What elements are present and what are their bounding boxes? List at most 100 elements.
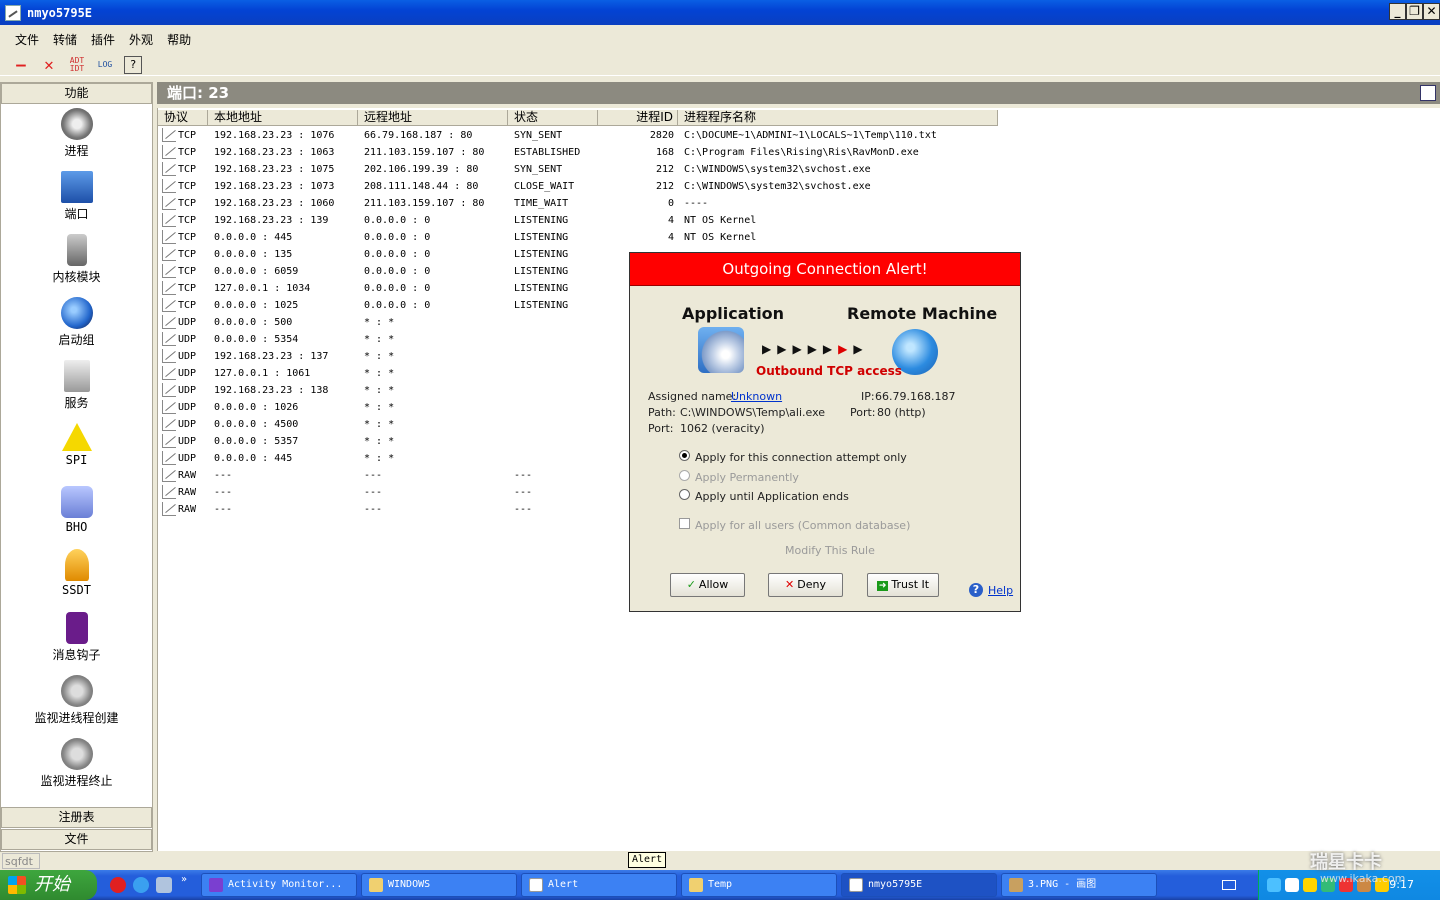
- radio-apply-permanently[interactable]: [679, 470, 690, 481]
- cell-local-address: 192.168.23.23 : 1060: [214, 198, 335, 209]
- cell-protocol: TCP: [178, 130, 197, 141]
- cell-local-address: 0.0.0.0 : 5357: [214, 436, 299, 447]
- task-activity-monitor[interactable]: Activity Monitor...: [201, 873, 357, 897]
- func-startup[interactable]: 启动组: [1, 297, 152, 348]
- menu-appearance[interactable]: 外观: [122, 31, 160, 48]
- apply-permanently-label[interactable]: Apply Permanently: [695, 471, 799, 484]
- cell-remote-address: * : *: [364, 402, 395, 413]
- network-icon[interactable]: [1267, 878, 1281, 892]
- start-button[interactable]: 开始: [0, 870, 97, 900]
- watermark-url: www.ikaka.com: [1320, 872, 1406, 885]
- column-local-address[interactable]: 本地地址: [208, 110, 358, 126]
- func-kernel-modules[interactable]: 内核模块: [1, 234, 152, 285]
- func-ssdt[interactable]: SSDT: [1, 549, 152, 597]
- connection-icon: [162, 485, 176, 499]
- connection-icon: [162, 162, 176, 176]
- security-shield-icon[interactable]: [1303, 878, 1317, 892]
- cell-protocol: RAW: [178, 470, 197, 481]
- apply-once-label[interactable]: Apply for this connection attempt only: [695, 451, 907, 464]
- all-users-label[interactable]: Apply for all users (Common database): [695, 519, 910, 532]
- status-text: sqfdt: [2, 853, 40, 869]
- table-row[interactable]: TCP 192.168.23.23 : 1063 211.103.159.107 :…: [158, 144, 1440, 161]
- menu-bar: 文件 转储 插件 外观 帮助: [0, 27, 1440, 51]
- cell-state: SYN_SENT: [514, 164, 563, 175]
- ie-icon[interactable]: [133, 877, 149, 893]
- func-spi[interactable]: SPI: [1, 423, 152, 467]
- menu-dump[interactable]: 转储: [46, 31, 84, 48]
- cell-local-address: 192.168.23.23 : 1063: [214, 147, 335, 158]
- cell-pid: 212: [655, 181, 674, 192]
- column-state[interactable]: 状态: [508, 110, 598, 126]
- column-process-name[interactable]: 进程程序名称: [678, 110, 998, 126]
- tooltip: Alert: [628, 852, 667, 868]
- cell-remote-address: 0.0.0.0 : 0: [364, 249, 431, 260]
- application-heading: Application: [682, 304, 785, 323]
- table-row[interactable]: TCP 192.168.23.23 : 1075 202.106.199.39 : …: [158, 161, 1440, 178]
- log-icon[interactable]: LOG: [96, 56, 114, 74]
- func-process[interactable]: 进程: [1, 108, 152, 159]
- checkbox-all-users[interactable]: [679, 518, 690, 529]
- cell-remote-address: 0.0.0.0 : 0: [364, 232, 431, 243]
- column-protocol[interactable]: 协议: [158, 110, 208, 126]
- path-label: Path:: [648, 406, 676, 419]
- cell-pid: 2820: [649, 130, 674, 141]
- chevron-icon[interactable]: »: [181, 874, 187, 885]
- delete-icon[interactable]: ✕: [40, 55, 58, 74]
- table-row[interactable]: TCP 192.168.23.23 : 139 0.0.0.0 : 0 LISTENI…: [158, 212, 1440, 229]
- menu-file[interactable]: 文件: [8, 31, 46, 48]
- registry-header[interactable]: 注册表: [1, 807, 152, 828]
- cell-local-address: 0.0.0.0 : 500: [214, 317, 293, 328]
- task-alert[interactable]: Alert: [521, 873, 677, 897]
- assigned-name-link[interactable]: Unknown: [731, 390, 782, 403]
- save-icon[interactable]: [1420, 85, 1436, 101]
- table-row[interactable]: TCP 0.0.0.0 : 445 0.0.0.0 : 0 LISTENING 4 NT …: [158, 229, 1440, 246]
- column-remote-address[interactable]: 远程地址: [358, 110, 508, 126]
- help-icon[interactable]: ?: [124, 55, 142, 74]
- allow-button[interactable]: ✓ Allow: [670, 573, 745, 597]
- cell-remote-address: * : *: [364, 419, 395, 430]
- task-nmyo[interactable]: nmyo5795E: [841, 873, 997, 897]
- task-paint[interactable]: 3.PNG - 画图: [1001, 873, 1157, 897]
- connection-icon: [162, 230, 176, 244]
- close-button[interactable]: ✕: [1423, 3, 1440, 20]
- func-bho[interactable]: BHO: [1, 486, 152, 534]
- func-message-hook[interactable]: 消息钩子: [1, 612, 152, 663]
- task-windows-folder[interactable]: WINDOWS: [361, 873, 517, 897]
- cell-remote-address: 0.0.0.0 : 0: [364, 266, 431, 277]
- opera-icon[interactable]: [110, 877, 126, 893]
- func-services[interactable]: 服务: [1, 360, 152, 411]
- radio-apply-once[interactable]: [679, 450, 690, 461]
- cell-state: LISTENING: [514, 300, 569, 311]
- task-temp-folder[interactable]: Temp: [681, 873, 837, 897]
- taskbar: 开始 » Activity Monitor... WINDOWS Alert T…: [0, 870, 1440, 900]
- connection-icon: [162, 434, 176, 448]
- menu-plugins[interactable]: 插件: [84, 31, 122, 48]
- table-row[interactable]: TCP 192.168.23.23 : 1073 208.111.148.44 : …: [158, 178, 1440, 195]
- connection-icon: [162, 468, 176, 482]
- func-monitor-creation[interactable]: 监视进线程创建: [1, 675, 152, 726]
- table-row[interactable]: TCP 192.168.23.23 : 1076 66.79.168.187 : 8…: [158, 127, 1440, 144]
- modify-rule-link[interactable]: Modify This Rule: [785, 544, 875, 557]
- function-header[interactable]: 功能: [1, 83, 152, 104]
- deny-button[interactable]: ✕ Deny: [768, 573, 843, 597]
- menu-help[interactable]: 帮助: [160, 31, 198, 48]
- file-header[interactable]: 文件: [1, 829, 152, 850]
- func-port[interactable]: 端口: [1, 171, 152, 222]
- func-monitor-termination[interactable]: 监视进程终止: [1, 738, 152, 789]
- trust-button[interactable]: ➜ Trust It: [867, 573, 939, 597]
- restore-button[interactable]: ❐: [1406, 3, 1423, 20]
- shield-icon[interactable]: [156, 877, 172, 893]
- table-row[interactable]: TCP 192.168.23.23 : 1060 211.103.159.107 :…: [158, 195, 1440, 212]
- minimize-button[interactable]: _: [1389, 3, 1406, 20]
- mail-icon[interactable]: [1285, 878, 1299, 892]
- radio-apply-until-end[interactable]: [679, 489, 690, 500]
- help-link[interactable]: Help: [988, 584, 1013, 597]
- minus-icon[interactable]: —: [12, 55, 30, 74]
- cell-remote-address: * : *: [364, 368, 395, 379]
- column-pid[interactable]: 进程ID: [598, 110, 678, 126]
- keyboard-icon[interactable]: [1222, 880, 1236, 890]
- apply-until-end-label[interactable]: Apply until Application ends: [695, 490, 849, 503]
- remote-port-value: 80 (http): [877, 406, 926, 419]
- cell-local-address: 0.0.0.0 : 4500: [214, 419, 299, 430]
- adt-idt-icon[interactable]: ADT IDT: [68, 56, 86, 74]
